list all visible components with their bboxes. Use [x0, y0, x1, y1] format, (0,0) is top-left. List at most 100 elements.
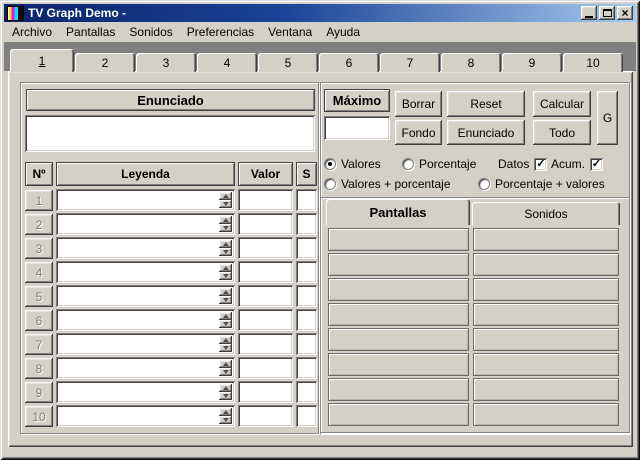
leyenda-input[interactable]	[56, 333, 235, 355]
checkbox-datos[interactable]: Datos ✓	[498, 157, 548, 171]
valor-input[interactable]	[238, 333, 293, 355]
s-input[interactable]	[296, 237, 317, 259]
leyenda-spinner[interactable]	[219, 312, 232, 328]
menu-archivo[interactable]: Archivo	[5, 23, 59, 41]
minimize-button[interactable]	[581, 6, 597, 20]
spinner-up-button[interactable]	[219, 384, 232, 392]
tab-5[interactable]: 5	[258, 53, 318, 72]
tab-8[interactable]: 8	[441, 53, 501, 72]
radio-valores[interactable]: Valores	[324, 157, 381, 171]
s-input[interactable]	[296, 189, 317, 211]
valor-input[interactable]	[238, 237, 293, 259]
s-input[interactable]	[296, 309, 317, 331]
borrar-button[interactable]: Borrar	[395, 91, 442, 117]
pantalla-slot[interactable]	[473, 403, 619, 426]
leyenda-spinner[interactable]	[219, 384, 232, 400]
leyenda-spinner[interactable]	[219, 216, 232, 232]
maximo-input[interactable]	[324, 116, 390, 140]
leyenda-input[interactable]	[56, 189, 235, 211]
leyenda-input[interactable]	[56, 237, 235, 259]
tab-4[interactable]: 4	[197, 53, 257, 72]
spinner-down-button[interactable]	[219, 368, 232, 376]
valor-input[interactable]	[238, 357, 293, 379]
spinner-up-button[interactable]	[219, 336, 232, 344]
todo-button[interactable]: Todo	[533, 120, 591, 145]
tab-10[interactable]: 10	[563, 53, 623, 72]
menu-sonidos[interactable]: Sonidos	[122, 23, 179, 41]
calcular-button[interactable]: Calcular	[533, 91, 591, 117]
leyenda-input[interactable]	[56, 381, 235, 403]
enunciado-textarea[interactable]	[25, 115, 315, 152]
pantalla-slot[interactable]	[473, 228, 619, 251]
reset-button[interactable]: Reset	[447, 91, 525, 117]
enunciado-button[interactable]: Enunciado	[447, 120, 525, 145]
pantalla-slot[interactable]	[328, 353, 469, 376]
radio-porcentaje-valores[interactable]: Porcentaje + valores	[478, 177, 605, 191]
leyenda-spinner[interactable]	[219, 240, 232, 256]
spinner-down-button[interactable]	[219, 392, 232, 400]
spinner-down-button[interactable]	[219, 344, 232, 352]
leyenda-spinner[interactable]	[219, 408, 232, 424]
s-input[interactable]	[296, 381, 317, 403]
spinner-down-button[interactable]	[219, 224, 232, 232]
menu-pantallas[interactable]: Pantallas	[59, 23, 122, 41]
spinner-down-button[interactable]	[219, 272, 232, 280]
leyenda-spinner[interactable]	[219, 288, 232, 304]
g-button[interactable]: G	[597, 91, 618, 145]
s-input[interactable]	[296, 333, 317, 355]
leyenda-input[interactable]	[56, 261, 235, 283]
maximize-button[interactable]	[599, 6, 615, 20]
fondo-button[interactable]: Fondo	[395, 120, 442, 145]
spinner-up-button[interactable]	[219, 312, 232, 320]
tab-9[interactable]: 9	[502, 53, 562, 72]
tab-6[interactable]: 6	[319, 53, 379, 72]
spinner-down-button[interactable]	[219, 248, 232, 256]
radio-porcentaje[interactable]: Porcentaje	[402, 157, 476, 171]
spinner-up-button[interactable]	[219, 408, 232, 416]
spinner-up-button[interactable]	[219, 360, 232, 368]
menu-ayuda[interactable]: Ayuda	[319, 23, 367, 41]
s-input[interactable]	[296, 357, 317, 379]
s-input[interactable]	[296, 405, 317, 427]
valor-input[interactable]	[238, 309, 293, 331]
leyenda-spinner[interactable]	[219, 360, 232, 376]
leyenda-spinner[interactable]	[219, 336, 232, 352]
spinner-up-button[interactable]	[219, 240, 232, 248]
tab-1[interactable]: 1	[10, 49, 74, 72]
pantalla-slot[interactable]	[328, 253, 469, 276]
leyenda-spinner[interactable]	[219, 192, 232, 208]
leyenda-spinner[interactable]	[219, 264, 232, 280]
valor-input[interactable]	[238, 213, 293, 235]
leyenda-input[interactable]	[56, 309, 235, 331]
pantalla-slot[interactable]	[473, 328, 619, 351]
s-input[interactable]	[296, 261, 317, 283]
close-button[interactable]: ×	[617, 6, 633, 20]
pantalla-slot[interactable]	[328, 378, 469, 401]
checkbox-acum[interactable]: Acum. ✓	[551, 157, 604, 171]
leyenda-input[interactable]	[56, 285, 235, 307]
pantalla-slot[interactable]	[473, 253, 619, 276]
s-input[interactable]	[296, 213, 317, 235]
pantalla-slot[interactable]	[473, 353, 619, 376]
pantalla-slot[interactable]	[473, 303, 619, 326]
spinner-up-button[interactable]	[219, 288, 232, 296]
valor-input[interactable]	[238, 189, 293, 211]
spinner-down-button[interactable]	[219, 320, 232, 328]
pantalla-slot[interactable]	[328, 403, 469, 426]
pantalla-slot[interactable]	[328, 278, 469, 301]
leyenda-input[interactable]	[56, 357, 235, 379]
pantalla-slot[interactable]	[473, 278, 619, 301]
valor-input[interactable]	[238, 405, 293, 427]
valor-input[interactable]	[238, 381, 293, 403]
spinner-down-button[interactable]	[219, 296, 232, 304]
menu-preferencias[interactable]: Preferencias	[180, 23, 261, 41]
valor-input[interactable]	[238, 285, 293, 307]
pantalla-slot[interactable]	[328, 228, 469, 251]
tab-3[interactable]: 3	[136, 53, 196, 72]
pantalla-slot[interactable]	[473, 378, 619, 401]
spinner-up-button[interactable]	[219, 216, 232, 224]
s-input[interactable]	[296, 285, 317, 307]
valor-input[interactable]	[238, 261, 293, 283]
spinner-down-button[interactable]	[219, 200, 232, 208]
subtab-sonidos[interactable]: Sonidos	[472, 202, 620, 225]
